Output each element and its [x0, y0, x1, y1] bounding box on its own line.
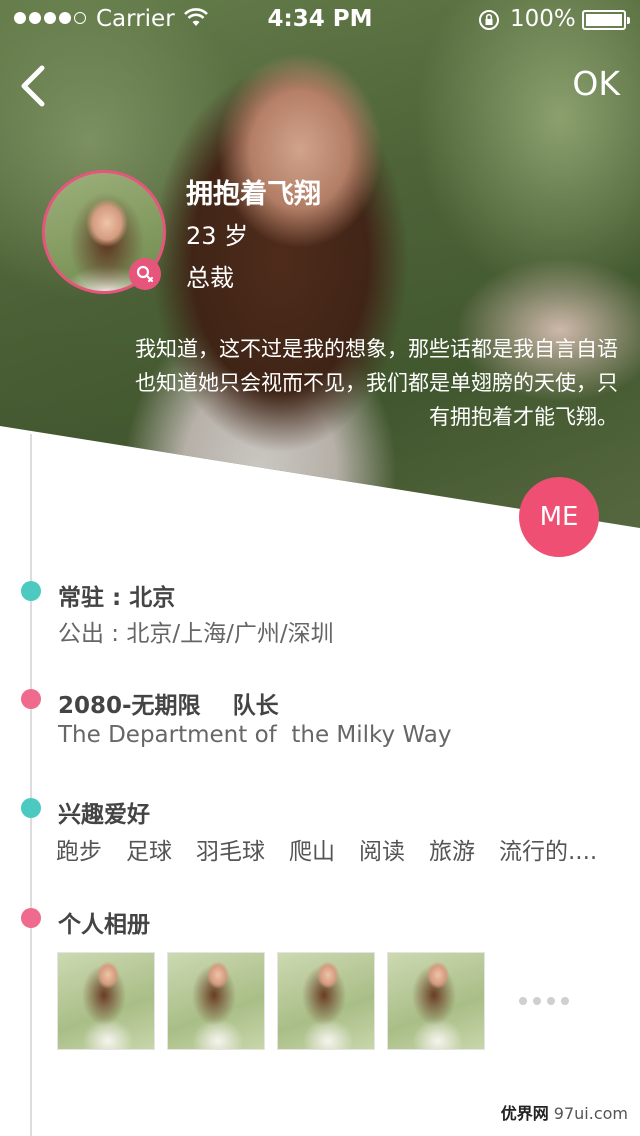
timeline-dot — [21, 798, 41, 818]
hobby-item[interactable]: 旅游 — [429, 832, 475, 866]
bio-line: 我知道，这不过是我的想象，那些话都是我自言自语 — [135, 337, 618, 361]
hobby-item[interactable]: 跑步 — [56, 832, 102, 866]
timeline-line — [30, 434, 32, 1136]
photo-album — [57, 952, 569, 1050]
profile-age: 23 岁 — [186, 222, 249, 250]
female-icon — [129, 258, 161, 290]
album-photo[interactable] — [167, 952, 265, 1050]
battery-percentage: 100% — [510, 6, 576, 32]
battery-icon — [582, 10, 630, 30]
ok-button[interactable]: OK — [572, 64, 620, 103]
me-button[interactable]: ME — [519, 477, 599, 557]
album-photo[interactable] — [277, 952, 375, 1050]
timeline-dot — [21, 689, 41, 709]
career-subtitle: The Department of the Milky Way — [58, 722, 452, 748]
watermark: 优界网 97ui.com — [501, 1100, 628, 1124]
hobby-item[interactable]: 流行的.... — [499, 832, 597, 866]
timeline-dot — [21, 908, 41, 928]
bio-line: 有拥抱着才能飞翔。 — [429, 405, 618, 429]
hobby-item[interactable]: 爬山 — [289, 832, 335, 866]
residence-subtitle: 公出 : 北京/上海/广州/深圳 — [58, 621, 334, 647]
album-photo[interactable] — [387, 952, 485, 1050]
rotation-lock-icon — [479, 10, 499, 30]
watermark-brand: 优界网 — [500, 1104, 549, 1123]
hobby-item[interactable]: 羽毛球 — [196, 832, 265, 866]
album-title: 个人相册 — [58, 912, 150, 938]
career-title: 2080-无期限 队长 — [58, 693, 279, 719]
timeline-dot — [21, 581, 41, 601]
residence-title: 常驻 : 北京 — [58, 585, 176, 611]
more-photos-icon[interactable] — [519, 997, 569, 1005]
hobby-list: 跑步 足球 羽毛球 爬山 阅读 旅游 流行的.... — [56, 832, 597, 866]
bio-line: 也知道她只会视而不见，我们都是单翅膀的天使，只 — [135, 371, 618, 395]
profile-name: 拥抱着飞翔 — [186, 179, 321, 210]
profile-bio: 我知道，这不过是我的想象，那些话都是我自言自语 也知道她只会视而不见，我们都是单… — [40, 332, 618, 434]
album-photo[interactable] — [57, 952, 155, 1050]
watermark-domain: 97ui.com — [553, 1104, 628, 1123]
hobby-item[interactable]: 足球 — [126, 832, 172, 866]
hobby-item[interactable]: 阅读 — [359, 832, 405, 866]
back-chevron-icon[interactable] — [16, 62, 52, 110]
status-bar: Carrier 4:34 PM 100% — [0, 0, 640, 40]
hobbies-title: 兴趣爱好 — [58, 802, 150, 828]
profile-title: 总裁 — [186, 264, 234, 292]
